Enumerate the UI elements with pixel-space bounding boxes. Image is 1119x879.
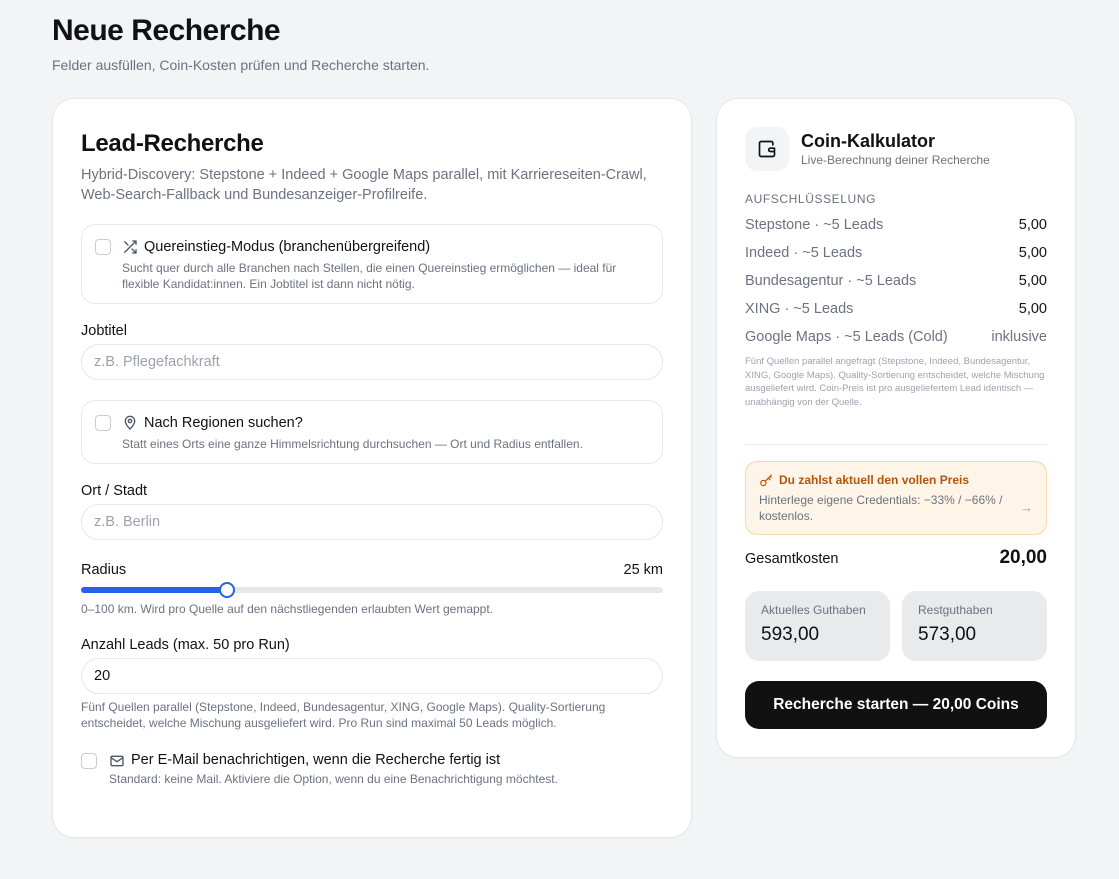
line-item: Indeed · ~5 Leads 5,00 (745, 245, 1047, 265)
breakdown-label: AUFSCHLÜSSELUNG (745, 192, 877, 206)
line-item: Bundesagentur · ~5 Leads 5,00 (745, 273, 1047, 293)
lead-research-description: Hybrid-Discovery: Stepstone + Indeed + G… (81, 167, 647, 203)
regions-checkbox[interactable] (95, 415, 111, 431)
quereinstieg-checkbox[interactable] (95, 239, 111, 255)
radius-value: 25 km (623, 562, 664, 578)
shuffle-icon (122, 239, 138, 255)
current-balance-value: 593,00 (761, 624, 820, 645)
start-research-button[interactable]: Recherche starten — 20,00 Coins (745, 681, 1047, 729)
page-title: Neue Recherche (52, 14, 281, 47)
line-item: Google Maps · ~5 Leads (Cold) inklusive (745, 329, 1047, 349)
key-icon (759, 474, 773, 488)
mail-icon (109, 753, 125, 769)
wallet-icon (745, 127, 789, 171)
regions-title: Nach Regionen suchen? (144, 415, 303, 431)
current-balance-label: Aktuelles Guthaben (761, 603, 866, 617)
line-item-label: Bundesagentur · ~5 Leads (745, 273, 917, 289)
email-notify-checkbox[interactable] (81, 753, 97, 769)
email-notify-description: Standard: keine Mail. Aktiviere die Opti… (109, 772, 558, 786)
remaining-balance-label: Restguthaben (918, 603, 993, 617)
divider (745, 444, 1047, 445)
credentials-promo[interactable]: Du zahlst aktuell den vollen Preis Hinte… (745, 461, 1047, 535)
line-item-label: Google Maps · ~5 Leads (Cold) (745, 329, 948, 345)
line-item-value: 5,00 (1018, 273, 1047, 289)
regions-description: Statt eines Orts eine ganze Himmelsricht… (122, 437, 583, 451)
calculator-title: Coin-Kalkulator (801, 131, 936, 151)
quereinstieg-description: Sucht quer durch alle Branchen nach Stel… (122, 261, 617, 291)
line-item-label: Stepstone · ~5 Leads (745, 217, 884, 233)
promo-title: Du zahlst aktuell den vollen Preis (779, 473, 970, 487)
lead-research-card: Lead-Recherche Hybrid-Discovery: Stepsto… (52, 98, 692, 838)
current-balance-box: Aktuelles Guthaben 593,00 (745, 591, 890, 661)
remaining-balance-box: Restguthaben 573,00 (902, 591, 1047, 661)
regions-option[interactable]: Nach Regionen suchen? Statt eines Orts e… (81, 400, 663, 464)
jobtitle-input[interactable] (81, 344, 663, 380)
radius-label: Radius (81, 562, 127, 578)
city-input[interactable] (81, 504, 663, 540)
total-label: Gesamtkosten (745, 551, 839, 567)
jobtitle-label: Jobtitel (81, 323, 127, 339)
radius-slider-thumb[interactable] (218, 582, 235, 598)
map-pin-icon (122, 415, 138, 431)
quereinstieg-title: Quereinstieg-Modus (branchenübergreifend… (144, 239, 431, 255)
line-item-value: 5,00 (1018, 217, 1047, 233)
leads-input[interactable] (81, 658, 663, 694)
line-item-value: inklusive (991, 329, 1047, 345)
page-subtitle: Felder ausfüllen, Coin-Kosten prüfen und… (52, 57, 430, 73)
email-notify-title: Per E-Mail benachrichtigen, wenn die Rec… (131, 752, 501, 768)
calculator-note: Fünf Quellen parallel angefragt (Stepsto… (745, 356, 1045, 408)
radius-hint: 0–100 km. Wird pro Quelle auf den nächst… (81, 602, 494, 616)
promo-text: Hinterlege eigene Credentials: −33% / −6… (759, 493, 1003, 523)
leads-label: Anzahl Leads (max. 50 pro Run) (81, 637, 290, 653)
coin-calculator-card: Coin-Kalkulator Live-Berechnung deiner R… (716, 98, 1076, 758)
line-item-label: XING · ~5 Leads (745, 301, 854, 317)
line-item-label: Indeed · ~5 Leads (745, 245, 863, 261)
city-label: Ort / Stadt (81, 483, 148, 499)
line-item: Stepstone · ~5 Leads 5,00 (745, 217, 1047, 237)
radius-slider-fill (81, 587, 227, 593)
remaining-balance-value: 573,00 (918, 624, 977, 645)
line-item-value: 5,00 (1018, 245, 1047, 261)
total-value: 20,00 (999, 547, 1047, 568)
arrow-right-icon[interactable]: → (1020, 500, 1033, 515)
leads-hint: Fünf Quellen parallel (Stepstone, Indeed… (81, 700, 606, 730)
radius-slider[interactable] (81, 582, 663, 598)
line-item-value: 5,00 (1018, 301, 1047, 317)
lead-research-title: Lead-Recherche (81, 130, 264, 157)
calculator-subtitle: Live-Berechnung deiner Recherche (801, 153, 990, 167)
quereinstieg-option[interactable]: Quereinstieg-Modus (branchenübergreifend… (81, 224, 663, 304)
line-item: XING · ~5 Leads 5,00 (745, 301, 1047, 321)
